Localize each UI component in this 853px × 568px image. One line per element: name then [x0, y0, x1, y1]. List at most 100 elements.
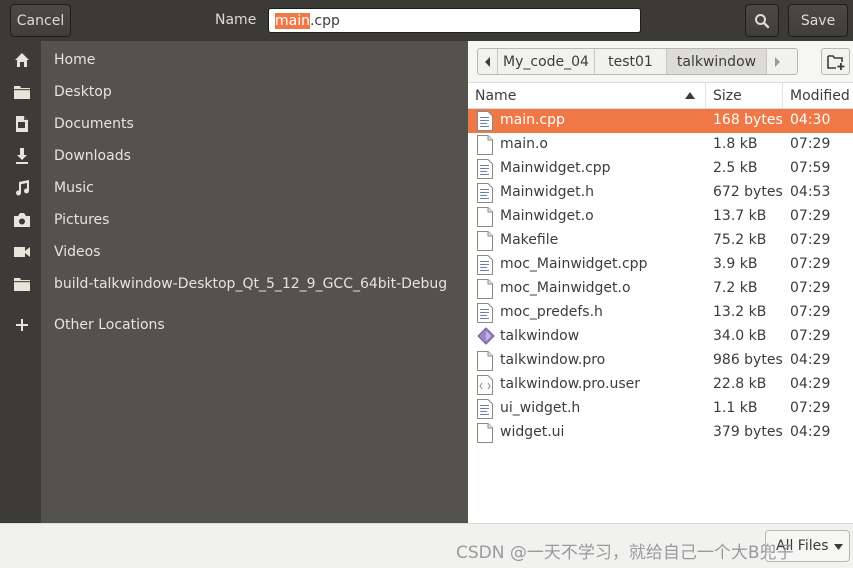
table-row[interactable]: Mainwidget.cpp 2.5 kB 07:59 — [468, 157, 853, 181]
sidebar-item-videos[interactable]: Videos — [0, 238, 468, 266]
cancel-button[interactable]: Cancel — [10, 4, 71, 37]
table-row[interactable]: Makefile 75.2 kB 07:29 — [468, 229, 853, 253]
file-modified: 04:29 — [790, 376, 831, 392]
file-size: 34.0 kB — [713, 328, 767, 344]
file-name: moc_Mainwidget.o — [500, 280, 631, 296]
breadcrumb-test01[interactable]: test01 — [595, 49, 667, 74]
sidebar-item-label: Pictures — [54, 212, 110, 228]
new-folder-icon — [826, 54, 844, 70]
filename-selected-text: main — [275, 12, 310, 29]
name-label: Name — [215, 12, 257, 28]
breadcrumb-right-button[interactable] — [767, 49, 787, 74]
file-name: ui_widget.h — [500, 400, 581, 416]
document-icon — [13, 115, 31, 133]
table-row[interactable]: talkwindow 34.0 kB 07:29 — [468, 325, 853, 349]
column-header-name[interactable]: Name — [468, 83, 706, 109]
text-file-icon — [477, 255, 493, 275]
file-name: Mainwidget.h — [500, 184, 594, 200]
filename-extension-text: .cpp — [309, 12, 340, 29]
sort-ascending-icon — [685, 92, 695, 99]
blank-file-icon — [477, 231, 493, 251]
table-row[interactable]: main.cpp 168 bytes 04:30 — [468, 109, 853, 133]
sidebar-item-documents[interactable]: Documents — [0, 110, 468, 138]
table-row[interactable]: talkwindow.pro.user 22.8 kB 04:29 — [468, 373, 853, 397]
column-header-label: Name — [475, 87, 517, 104]
breadcrumb: My_code_04 test01 talkwindow — [477, 48, 798, 75]
sidebar-item-other-locations[interactable]: Other Locations — [0, 311, 468, 339]
text-file-icon — [477, 183, 493, 203]
file-name: talkwindow.pro.user — [500, 376, 640, 392]
file-size: 986 bytes — [713, 352, 783, 368]
new-folder-button[interactable] — [821, 48, 850, 75]
blank-file-icon — [477, 135, 493, 155]
text-file-icon — [477, 111, 493, 131]
chevron-down-icon — [834, 544, 843, 550]
sidebar-item-label: build-talkwindow-Desktop_Qt_5_12_9_GCC_6… — [54, 276, 448, 292]
blank-file-icon — [477, 351, 493, 371]
table-row[interactable]: moc_Mainwidget.cpp 3.9 kB 07:29 — [468, 253, 853, 277]
file-size: 168 bytes — [713, 112, 783, 128]
xml-file-icon — [477, 375, 493, 395]
file-size: 13.2 kB — [713, 304, 767, 320]
sidebar-item-label: Music — [54, 180, 94, 196]
sidebar-item-pictures[interactable]: Pictures — [0, 206, 468, 234]
sidebar-item-label: Other Locations — [54, 317, 165, 333]
blank-file-icon — [477, 423, 493, 443]
breadcrumb-my-code-04[interactable]: My_code_04 — [498, 49, 595, 74]
file-name: talkwindow — [500, 328, 580, 344]
file-size: 75.2 kB — [713, 232, 767, 248]
music-icon — [13, 179, 31, 197]
file-modified: 07:29 — [790, 232, 831, 248]
file-name: main.o — [500, 136, 548, 152]
sidebar-item-label: Videos — [54, 244, 101, 260]
file-name: main.cpp — [500, 112, 565, 128]
file-modified: 07:29 — [790, 328, 831, 344]
download-icon — [13, 147, 31, 165]
save-button[interactable]: Save — [788, 4, 848, 37]
breadcrumb-talkwindow[interactable]: talkwindow — [667, 49, 767, 74]
filename-input[interactable]: main .cpp — [268, 8, 641, 33]
file-modified: 04:29 — [790, 424, 831, 440]
table-row[interactable]: talkwindow.pro 986 bytes 04:29 — [468, 349, 853, 373]
file-size: 1.8 kB — [713, 136, 758, 152]
file-size: 3.9 kB — [713, 256, 758, 272]
file-size: 1.1 kB — [713, 400, 758, 416]
file-size: 379 bytes — [713, 424, 783, 440]
sidebar-item-build-folder[interactable]: build-talkwindow-Desktop_Qt_5_12_9_GCC_6… — [0, 270, 468, 298]
column-header-size[interactable]: Size — [706, 83, 783, 109]
table-row[interactable]: widget.ui 379 bytes 04:29 — [468, 421, 853, 445]
sidebar-item-music[interactable]: Music — [0, 174, 468, 202]
file-modified: 07:29 — [790, 304, 831, 320]
file-modified: 07:29 — [790, 400, 831, 416]
file-name: Makefile — [500, 232, 559, 248]
file-modified: 04:30 — [790, 112, 831, 128]
text-file-icon — [477, 303, 493, 323]
sidebar-item-label: Home — [54, 52, 96, 68]
column-header-modified[interactable]: Modified — [783, 83, 853, 109]
folder-icon — [13, 275, 31, 293]
table-row[interactable]: main.o 1.8 kB 07:29 — [468, 133, 853, 157]
plus-icon — [13, 316, 31, 334]
file-modified: 07:29 — [790, 256, 831, 272]
file-modified: 04:29 — [790, 352, 831, 368]
chevron-right-icon — [775, 56, 780, 67]
sidebar-item-downloads[interactable]: Downloads — [0, 142, 468, 170]
search-button[interactable] — [745, 4, 779, 37]
file-size: 22.8 kB — [713, 376, 767, 392]
file-name: widget.ui — [500, 424, 565, 440]
sidebar-item-desktop[interactable]: Desktop — [0, 78, 468, 106]
column-header-label: Modified — [790, 87, 850, 104]
file-modified: 07:59 — [790, 160, 831, 176]
table-row[interactable]: Mainwidget.h 672 bytes 04:53 — [468, 181, 853, 205]
table-row[interactable]: moc_Mainwidget.o 7.2 kB 07:29 — [468, 277, 853, 301]
table-row[interactable]: ui_widget.h 1.1 kB 07:29 — [468, 397, 853, 421]
file-size: 2.5 kB — [713, 160, 758, 176]
file-name: talkwindow.pro — [500, 352, 606, 368]
table-row[interactable]: moc_predefs.h 13.2 kB 07:29 — [468, 301, 853, 325]
file-size: 13.7 kB — [713, 208, 767, 224]
blank-file-icon — [477, 279, 493, 299]
sidebar-item-home[interactable]: Home — [0, 46, 468, 74]
breadcrumb-left-button[interactable] — [478, 49, 498, 74]
table-row[interactable]: Mainwidget.o 13.7 kB 07:29 — [468, 205, 853, 229]
text-file-icon — [477, 399, 493, 419]
